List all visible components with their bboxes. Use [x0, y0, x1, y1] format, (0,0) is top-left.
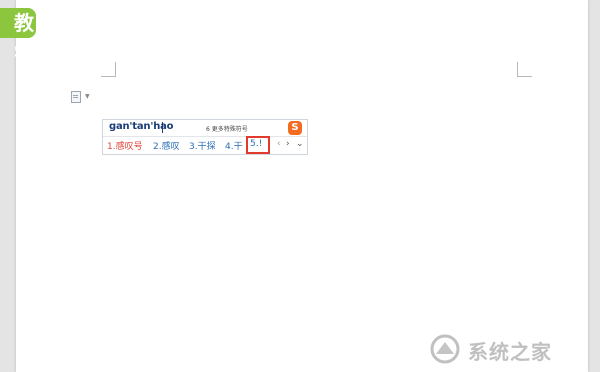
margin-corner-top-left: [101, 62, 116, 77]
chevron-down-icon: ▼: [85, 93, 90, 100]
candidate-3[interactable]: 3.干探: [189, 139, 216, 152]
next-page-icon[interactable]: ›: [286, 139, 290, 149]
site-watermark: 系统之家: [430, 330, 595, 368]
ime-candidates-row: 1.感叹号 2.感叹 3.干探 4.干 5.! ‹ › ⌄: [103, 136, 307, 154]
more-symbols-hint[interactable]: 6 更多特殊符号: [206, 124, 248, 133]
text-cursor: [162, 122, 163, 133]
prev-page-icon[interactable]: ‹: [277, 139, 281, 149]
pinyin-input-text: gan'tan'hao: [109, 121, 174, 132]
paste-options-button[interactable]: ▼: [71, 91, 93, 103]
candidate-5-highlight-box: [246, 136, 270, 154]
candidate-1[interactable]: 1.感叹号: [107, 139, 143, 152]
sogou-logo-icon: S: [288, 121, 302, 135]
document-page[interactable]: ▼: [16, 0, 588, 372]
ime-composition-row: gan'tan'hao 6 更多特殊符号 S: [103, 120, 307, 137]
paste-document-icon: [71, 91, 81, 103]
watermark-logo-icon: [430, 334, 460, 364]
expand-candidates-icon[interactable]: ⌄: [296, 139, 304, 149]
ime-candidate-window[interactable]: gan'tan'hao 6 更多特殊符号 S 1.感叹号 2.感叹 3.干探 4…: [102, 119, 308, 155]
candidate-2[interactable]: 2.感叹: [153, 139, 180, 152]
tutorial-badge: 教学: [0, 8, 36, 65]
watermark-text: 系统之家: [468, 340, 552, 364]
candidate-4[interactable]: 4.干: [225, 139, 243, 152]
margin-corner-top-right: [517, 62, 532, 77]
